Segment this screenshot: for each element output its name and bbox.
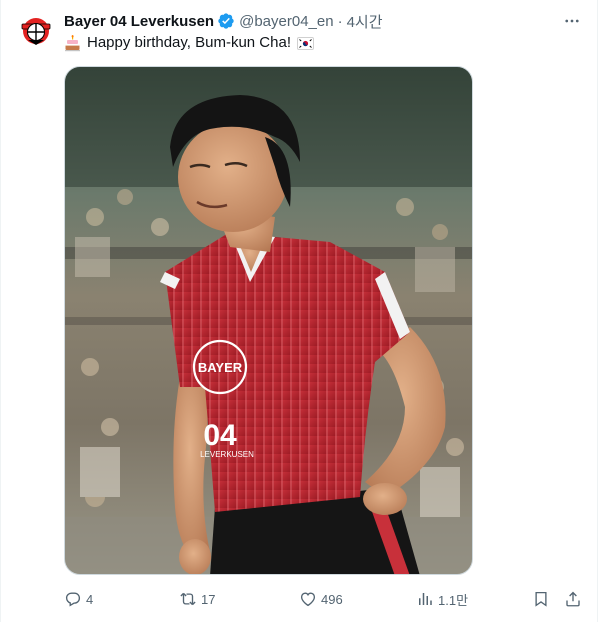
views-count: 1.1만 (438, 592, 469, 608)
heart-icon (300, 592, 316, 607)
jersey-bayer-text: BAYER (198, 360, 243, 375)
reply-button[interactable]: 4 (64, 588, 93, 610)
jersey-number-text: 04 (203, 419, 237, 452)
tweet-text-body: Happy birthday, Bum-kun Cha! (87, 34, 291, 51)
repost-icon (180, 592, 196, 606)
bookmark-button[interactable] (532, 588, 550, 610)
more-options-button[interactable] (561, 10, 583, 32)
player-photo: BAYER 04 LEVERKUSEN (65, 67, 472, 574)
share-icon (566, 591, 580, 607)
like-button[interactable]: 496 (299, 588, 343, 610)
birthday-cake-icon (64, 34, 81, 52)
tweet-photo[interactable]: BAYER 04 LEVERKUSEN (64, 66, 473, 575)
more-icon (565, 19, 579, 23)
repost-button[interactable]: 17 (179, 588, 215, 610)
jersey-club-text: LEVERKUSEN (200, 450, 254, 459)
tweet-text: Happy birthday, Bum-kun Cha! (64, 33, 314, 53)
reply-count: 4 (86, 591, 94, 607)
verified-badge-icon (217, 12, 235, 30)
author-name[interactable]: Bayer 04 Leverkusen (64, 13, 214, 30)
bayer-crest-icon (19, 14, 53, 48)
author-avatar[interactable] (19, 14, 53, 48)
like-count: 496 (321, 591, 343, 607)
tweet-card: Bayer 04 Leverkusen @bayer04_en · 4시간 Ha… (0, 0, 598, 622)
views-chart-icon (419, 593, 432, 605)
bookmark-icon (535, 591, 547, 607)
tweet-actions: 4 17 496 1.1만 (64, 588, 586, 610)
reply-icon (65, 592, 81, 607)
tweet-timestamp[interactable]: 4시간 (347, 11, 383, 32)
share-button[interactable] (564, 588, 582, 610)
south-korea-flag-icon (297, 36, 314, 50)
views-button[interactable]: 1.1만 (416, 588, 468, 610)
author-handle[interactable]: @bayer04_en (239, 13, 333, 30)
repost-count: 17 (201, 591, 216, 607)
tweet-header: Bayer 04 Leverkusen @bayer04_en · 4시간 (64, 11, 383, 31)
separator-dot: · (337, 12, 343, 30)
